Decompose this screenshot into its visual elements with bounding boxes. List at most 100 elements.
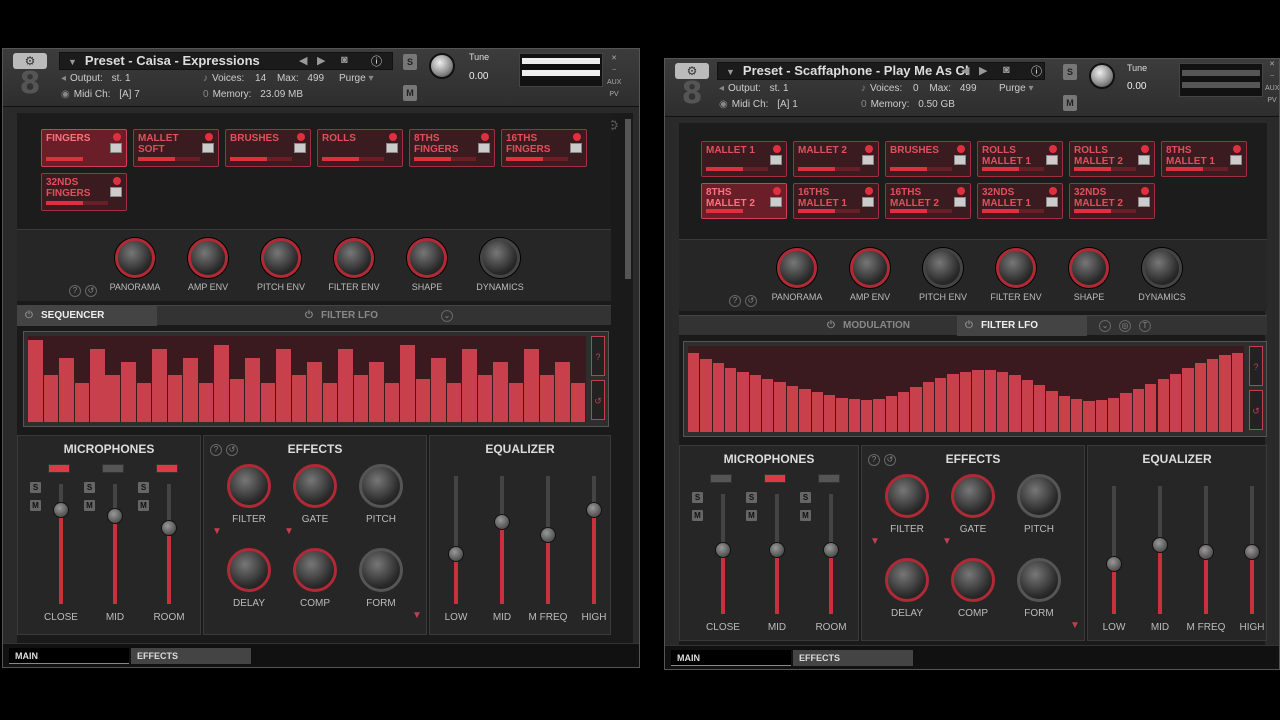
articulation-button[interactable]: MALLET 2 <box>793 141 879 177</box>
step-bar[interactable] <box>799 389 812 432</box>
step-bar[interactable] <box>214 344 230 422</box>
purge-dropdown-icon[interactable]: ▾ <box>1028 83 1033 94</box>
step-bar[interactable] <box>431 357 447 422</box>
effect-knob-form[interactable]: FORM <box>358 548 404 609</box>
articulation-button[interactable]: 16THS MALLET 2 <box>885 183 971 219</box>
step-bar[interactable] <box>959 371 973 432</box>
dropdown-arrow-icon[interactable]: ▼ <box>68 57 77 67</box>
keyboard-icon[interactable] <box>570 143 582 153</box>
step-bar[interactable] <box>1046 390 1059 432</box>
articulation-button[interactable]: MALLET SOFT <box>133 129 219 167</box>
gate-dropdown-icon[interactable]: ▼ <box>942 536 952 547</box>
mic-volume-fader[interactable] <box>167 484 171 604</box>
fader-handle[interactable] <box>1244 543 1260 560</box>
articulation-button[interactable]: 32NDS FINGERS <box>41 173 127 211</box>
step-bar[interactable] <box>725 367 738 432</box>
knob-dial[interactable] <box>850 248 890 288</box>
lfo-help-button[interactable]: ? <box>1249 346 1263 386</box>
step-bar[interactable] <box>338 348 354 422</box>
step-bar[interactable] <box>1058 395 1071 432</box>
help-icon[interactable]: ? <box>69 285 81 297</box>
knob-dial[interactable] <box>407 238 447 278</box>
next-preset-icon[interactable]: ▶ <box>317 54 325 67</box>
aux-column[interactable]: ✕ − AUX PV <box>1265 59 1279 107</box>
step-bar[interactable] <box>1231 352 1244 432</box>
articulation-volume-slider[interactable] <box>138 157 200 161</box>
articulation-volume-slider[interactable] <box>890 209 952 213</box>
step-bar[interactable] <box>700 358 713 432</box>
knob-panorama[interactable]: PANORAMA <box>765 248 829 302</box>
step-bar[interactable] <box>446 383 462 422</box>
step-bar[interactable] <box>105 374 121 422</box>
tab-sequencer[interactable]: ⏻ SEQUENCER <box>17 306 157 326</box>
keyboard-icon[interactable] <box>202 143 214 153</box>
effects-reset-icon[interactable]: ↺ <box>884 454 896 466</box>
articulation-volume-slider[interactable] <box>706 209 768 213</box>
solo-button[interactable]: S <box>30 482 41 493</box>
knob-dial[interactable] <box>261 238 301 278</box>
keyboard-icon[interactable] <box>294 143 306 153</box>
form-dropdown-icon[interactable]: ▼ <box>1070 620 1080 631</box>
reset-icon[interactable]: ↺ <box>745 295 757 307</box>
articulation-volume-slider[interactable] <box>230 157 292 161</box>
solo-button[interactable]: S <box>692 492 703 503</box>
knob-dial[interactable] <box>1017 474 1061 518</box>
purge-button[interactable]: Purge <box>999 83 1026 94</box>
knob-dial[interactable] <box>885 558 929 602</box>
step-bar[interactable] <box>935 377 948 432</box>
knob-shape[interactable]: SHAPE <box>395 238 459 292</box>
articulation-volume-slider[interactable] <box>982 209 1044 213</box>
keyboard-icon[interactable] <box>954 155 966 165</box>
keyboard-icon[interactable] <box>770 155 782 165</box>
knob-dial[interactable] <box>480 238 520 278</box>
articulation-volume-slider[interactable] <box>1074 209 1136 213</box>
knob-dial[interactable] <box>1017 558 1061 602</box>
step-bar[interactable] <box>167 374 183 422</box>
tab-sequencer[interactable] <box>679 316 819 336</box>
knob-dial[interactable] <box>188 238 228 278</box>
sequencer-reset-button[interactable]: ↺ <box>591 380 605 420</box>
step-bar[interactable] <box>121 361 137 422</box>
instrument-logo[interactable]: ⚙ 8 <box>13 53 47 103</box>
tune-knob[interactable] <box>1089 63 1115 89</box>
mic-enable-button[interactable] <box>156 464 178 473</box>
footer-tab-main[interactable]: MAIN <box>9 648 129 664</box>
tune-value[interactable]: 0.00 <box>469 71 488 82</box>
step-bar[interactable] <box>984 370 997 432</box>
output-value[interactable]: st. 1 <box>112 73 131 84</box>
step-bar[interactable] <box>762 378 775 432</box>
knob-dial[interactable] <box>885 474 929 518</box>
step-bar[interactable] <box>555 361 571 422</box>
knob-dynamics[interactable]: DYNAMICS <box>1130 248 1194 302</box>
eq-fader[interactable] <box>1112 486 1116 614</box>
fader-handle[interactable] <box>823 542 839 558</box>
keyboard-icon[interactable] <box>386 143 398 153</box>
mic-volume-fader[interactable] <box>113 484 117 604</box>
articulation-button[interactable]: 16THS FINGERS <box>501 129 587 167</box>
mute-button[interactable]: M <box>30 500 41 511</box>
power-icon[interactable]: ⏻ <box>965 316 973 336</box>
step-bar[interactable] <box>1182 368 1195 432</box>
keyboard-icon[interactable] <box>954 197 966 207</box>
knob-dial[interactable] <box>227 464 271 508</box>
fader-handle[interactable] <box>1106 556 1122 573</box>
power-icon[interactable]: ⏻ <box>25 306 33 326</box>
effect-knob-pitch[interactable]: PITCH <box>1016 474 1062 535</box>
keyboard-icon[interactable] <box>110 187 122 197</box>
fader-handle[interactable] <box>494 514 510 531</box>
tune-knob[interactable] <box>429 53 455 79</box>
keyboard-icon[interactable] <box>1138 197 1150 207</box>
step-bar[interactable] <box>90 348 106 422</box>
effect-knob-gate[interactable]: GATE <box>950 474 996 535</box>
step-bar[interactable] <box>291 374 307 422</box>
filter-lfo-display[interactable]: ? ↺ <box>683 341 1267 437</box>
knob-dial[interactable] <box>293 548 337 592</box>
form-dropdown-icon[interactable]: ▼ <box>412 610 422 621</box>
step-bar[interactable] <box>922 382 936 432</box>
step-bar[interactable] <box>996 371 1010 432</box>
articulation-volume-slider[interactable] <box>1074 167 1136 171</box>
step-bar[interactable] <box>1219 355 1232 432</box>
step-bar[interactable] <box>183 357 199 422</box>
filter-dropdown-icon[interactable]: ▼ <box>870 536 880 547</box>
step-bar[interactable] <box>860 400 874 432</box>
